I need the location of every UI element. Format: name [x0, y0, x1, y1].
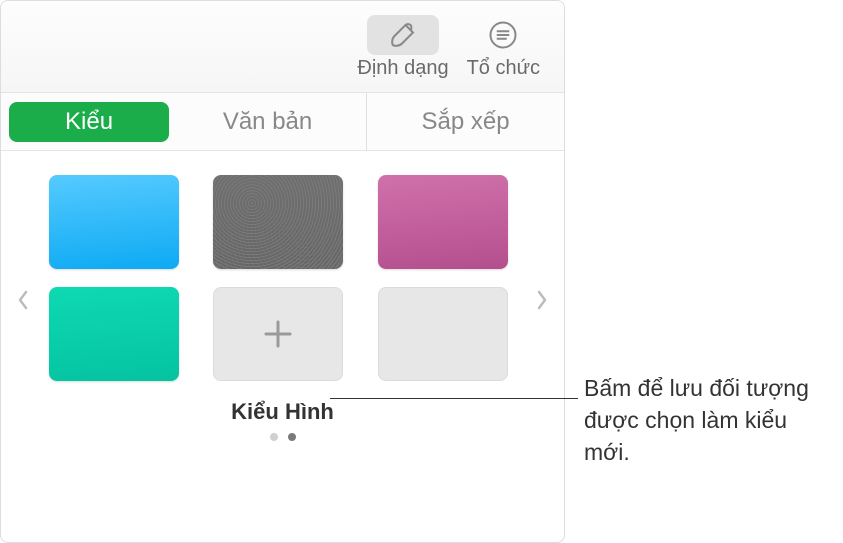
- tab-text[interactable]: Văn bản: [169, 93, 366, 150]
- style-swatch-teal[interactable]: [49, 287, 179, 381]
- style-swatch-pink[interactable]: [378, 175, 508, 269]
- format-label: Định dạng: [357, 57, 448, 80]
- format-panel: Định dạng Tổ chức Kiểu Văn bản Sắp xếp: [0, 0, 565, 543]
- organize-label: Tổ chức: [467, 57, 540, 80]
- tab-style[interactable]: Kiểu: [1, 93, 169, 150]
- style-carousel: Kiểu Hình: [1, 151, 564, 449]
- page-dots: [49, 433, 516, 441]
- style-caption: Kiểu Hình: [49, 399, 516, 425]
- style-swatch-blue[interactable]: [49, 175, 179, 269]
- page-dot-2[interactable]: [288, 433, 296, 441]
- organize-button[interactable]: Tổ chức: [461, 11, 546, 84]
- callout-text: Bấm để lưu đối tượng được chọn làm kiểu …: [584, 372, 834, 469]
- next-page-button[interactable]: [528, 270, 556, 330]
- chevron-left-icon: [16, 289, 30, 311]
- prev-page-button[interactable]: [9, 270, 37, 330]
- style-swatch-empty: [378, 287, 508, 381]
- style-swatch-gray[interactable]: [213, 175, 343, 269]
- tab-bar: Kiểu Văn bản Sắp xếp: [1, 93, 564, 151]
- chevron-right-icon: [535, 289, 549, 311]
- list-icon: [467, 15, 539, 55]
- tab-style-label: Kiểu: [9, 102, 169, 142]
- page-dot-1[interactable]: [270, 433, 278, 441]
- brush-icon: [367, 15, 439, 55]
- tab-arrange[interactable]: Sắp xếp: [366, 93, 564, 150]
- plus-icon: [258, 314, 298, 354]
- style-grid: [49, 175, 516, 381]
- toolbar: Định dạng Tổ chức: [1, 1, 564, 93]
- tab-arrange-label: Sắp xếp: [421, 108, 509, 136]
- format-button[interactable]: Định dạng: [351, 11, 454, 84]
- callout-leader-line: [330, 398, 578, 399]
- tab-text-label: Văn bản: [223, 108, 312, 136]
- add-style-button[interactable]: [213, 287, 343, 381]
